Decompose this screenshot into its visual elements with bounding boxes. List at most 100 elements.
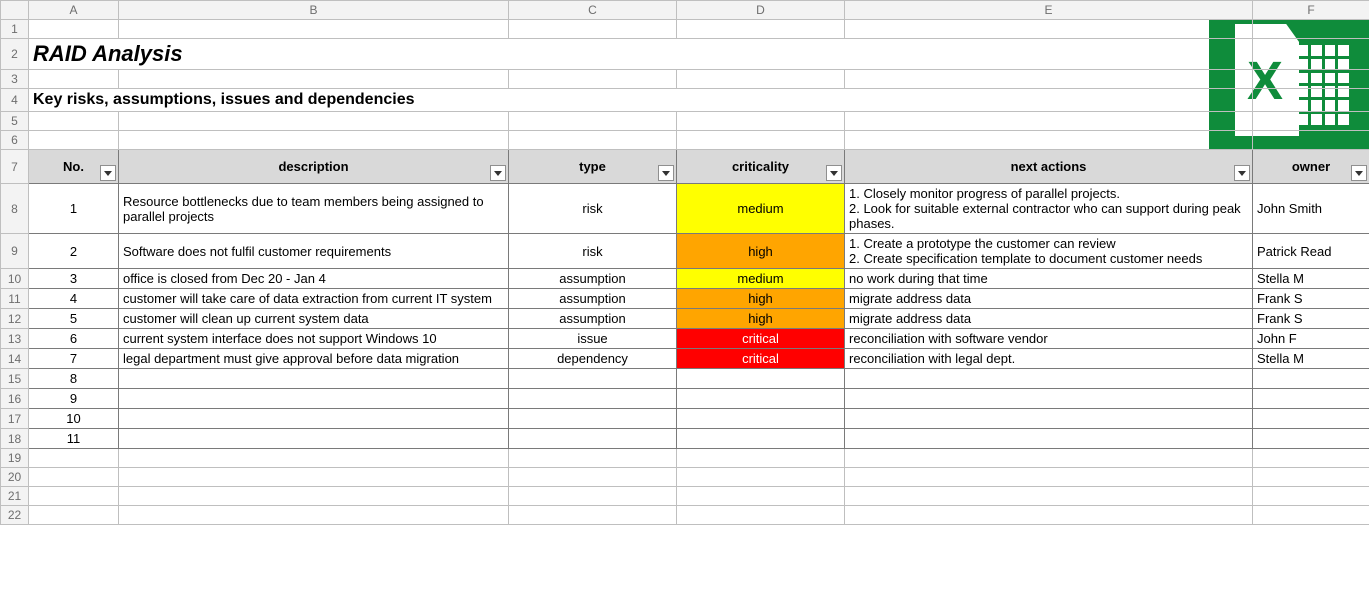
empty-cell[interactable] — [119, 487, 509, 506]
row-header[interactable]: 2 — [1, 39, 29, 70]
row-header[interactable]: 22 — [1, 506, 29, 525]
row-header[interactable]: 20 — [1, 468, 29, 487]
row-header[interactable]: 13 — [1, 329, 29, 349]
cell-criticality[interactable]: high — [677, 289, 845, 309]
table-row[interactable]: 103office is closed from Dec 20 - Jan 4a… — [1, 269, 1369, 289]
cell-next-actions[interactable] — [845, 369, 1253, 389]
filter-dropdown-icon[interactable] — [100, 165, 116, 181]
select-all-corner[interactable] — [1, 1, 29, 20]
cell-type[interactable]: issue — [509, 329, 677, 349]
filter-dropdown-icon[interactable] — [1234, 165, 1250, 181]
cell-type[interactable] — [509, 429, 677, 449]
filter-dropdown-icon[interactable] — [490, 165, 506, 181]
table-row[interactable]: 136current system interface does not sup… — [1, 329, 1369, 349]
cell-criticality[interactable] — [677, 409, 845, 429]
cell-next-actions[interactable] — [845, 429, 1253, 449]
cell-criticality[interactable] — [677, 429, 845, 449]
cell-no[interactable]: 8 — [29, 369, 119, 389]
cell-next-actions[interactable] — [845, 409, 1253, 429]
cell-description[interactable]: current system interface does not suppor… — [119, 329, 509, 349]
row-header[interactable]: 10 — [1, 269, 29, 289]
row-header[interactable]: 8 — [1, 184, 29, 234]
empty-cell[interactable] — [1253, 449, 1369, 468]
cell-next-actions[interactable]: reconciliation with legal dept. — [845, 349, 1253, 369]
cell-owner[interactable] — [1253, 429, 1369, 449]
cell-description[interactable] — [119, 389, 509, 409]
row-header[interactable]: 6 — [1, 131, 29, 150]
cell-next-actions[interactable]: migrate address data — [845, 309, 1253, 329]
col-header-A[interactable]: A — [29, 1, 119, 20]
table-row[interactable]: 169 — [1, 389, 1369, 409]
spreadsheet-grid[interactable]: A B C D E F 1 2 RAID Analysis 3 4 Key ri… — [0, 0, 1369, 525]
table-row[interactable]: 81Resource bottlenecks due to team membe… — [1, 184, 1369, 234]
empty-cell[interactable] — [845, 468, 1253, 487]
table-row[interactable]: 114customer will take care of data extra… — [1, 289, 1369, 309]
cell-type[interactable] — [509, 409, 677, 429]
cell-owner[interactable]: Frank S — [1253, 289, 1369, 309]
empty-cell[interactable] — [509, 449, 677, 468]
cell-criticality[interactable]: medium — [677, 184, 845, 234]
empty-cell[interactable] — [1253, 468, 1369, 487]
empty-cell[interactable] — [845, 449, 1253, 468]
cell-no[interactable]: 2 — [29, 234, 119, 269]
table-row[interactable]: 125customer will clean up current system… — [1, 309, 1369, 329]
table-row[interactable]: 1811 — [1, 429, 1369, 449]
cell-type[interactable]: assumption — [509, 309, 677, 329]
empty-cell[interactable] — [509, 487, 677, 506]
empty-cell[interactable] — [119, 506, 509, 525]
cell-criticality[interactable]: critical — [677, 329, 845, 349]
row-header[interactable]: 16 — [1, 389, 29, 409]
row-header[interactable]: 18 — [1, 429, 29, 449]
cell-criticality[interactable]: critical — [677, 349, 845, 369]
cell-criticality[interactable]: medium — [677, 269, 845, 289]
cell-next-actions[interactable]: 1. Create a prototype the customer can r… — [845, 234, 1253, 269]
row-header[interactable]: 17 — [1, 409, 29, 429]
cell-type[interactable]: dependency — [509, 349, 677, 369]
row-header[interactable]: 1 — [1, 20, 29, 39]
empty-cell[interactable] — [509, 506, 677, 525]
cell-description[interactable]: Resource bottlenecks due to team members… — [119, 184, 509, 234]
cell-owner[interactable]: John F — [1253, 329, 1369, 349]
empty-cell[interactable] — [845, 487, 1253, 506]
cell-description[interactable] — [119, 429, 509, 449]
table-row[interactable]: 92Software does not fulfil customer requ… — [1, 234, 1369, 269]
cell-owner[interactable] — [1253, 409, 1369, 429]
cell-type[interactable]: assumption — [509, 289, 677, 309]
table-row[interactable]: 147legal department must give approval b… — [1, 349, 1369, 369]
cell-type[interactable] — [509, 389, 677, 409]
empty-cell[interactable] — [1253, 487, 1369, 506]
empty-cell[interactable] — [677, 487, 845, 506]
empty-cell[interactable] — [677, 468, 845, 487]
cell-next-actions[interactable]: 1. Closely monitor progress of parallel … — [845, 184, 1253, 234]
row-header[interactable]: 5 — [1, 112, 29, 131]
cell-no[interactable]: 9 — [29, 389, 119, 409]
empty-cell[interactable] — [509, 468, 677, 487]
cell-criticality[interactable]: high — [677, 309, 845, 329]
row-header[interactable]: 3 — [1, 70, 29, 89]
row-header[interactable]: 19 — [1, 449, 29, 468]
empty-cell[interactable] — [1253, 506, 1369, 525]
cell-owner[interactable]: Frank S — [1253, 309, 1369, 329]
empty-cell[interactable] — [29, 468, 119, 487]
cell-description[interactable]: office is closed from Dec 20 - Jan 4 — [119, 269, 509, 289]
filter-dropdown-icon[interactable] — [658, 165, 674, 181]
cell-type[interactable]: assumption — [509, 269, 677, 289]
cell-next-actions[interactable]: no work during that time — [845, 269, 1253, 289]
table-row[interactable]: 158 — [1, 369, 1369, 389]
cell-type[interactable]: risk — [509, 184, 677, 234]
cell-next-actions[interactable]: migrate address data — [845, 289, 1253, 309]
cell-description[interactable] — [119, 409, 509, 429]
row-header[interactable]: 14 — [1, 349, 29, 369]
cell-no[interactable]: 10 — [29, 409, 119, 429]
cell-no[interactable]: 11 — [29, 429, 119, 449]
col-header-D[interactable]: D — [677, 1, 845, 20]
cell-owner[interactable]: Stella M — [1253, 269, 1369, 289]
cell-criticality[interactable] — [677, 369, 845, 389]
col-header-E[interactable]: E — [845, 1, 1253, 20]
filter-dropdown-icon[interactable] — [1351, 165, 1367, 181]
row-header[interactable]: 21 — [1, 487, 29, 506]
empty-cell[interactable] — [677, 449, 845, 468]
table-header-criticality[interactable]: criticality — [677, 150, 845, 184]
filter-dropdown-icon[interactable] — [826, 165, 842, 181]
cell-type[interactable]: risk — [509, 234, 677, 269]
